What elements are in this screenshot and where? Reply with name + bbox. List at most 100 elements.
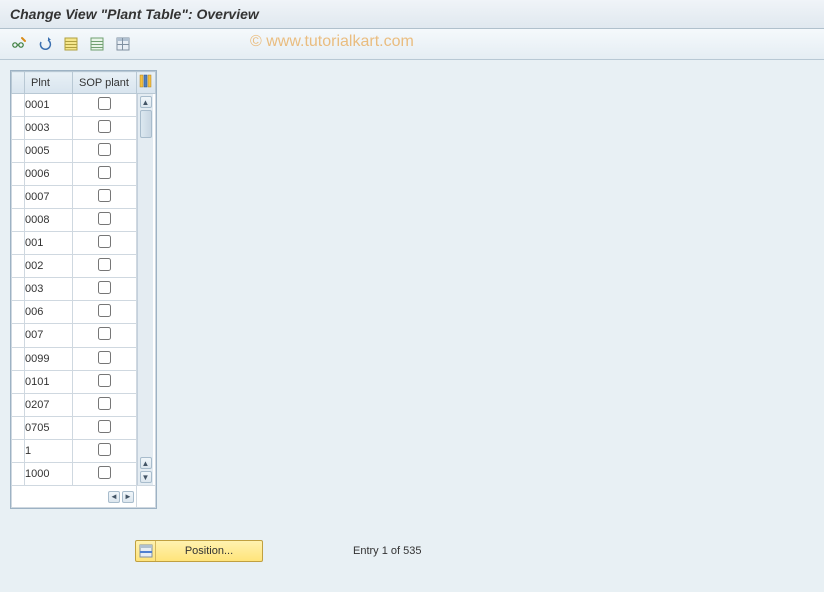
table-row: 1000 bbox=[12, 462, 156, 485]
sop-checkbox[interactable] bbox=[98, 466, 111, 479]
change-display-toggle[interactable] bbox=[8, 33, 30, 55]
plant-table-container: Plnt SOP plant 0001▲▲▼000300050006000700… bbox=[10, 70, 157, 509]
select-all-button[interactable] bbox=[60, 33, 82, 55]
row-selector[interactable] bbox=[12, 163, 25, 186]
row-selector[interactable] bbox=[12, 370, 25, 393]
plnt-cell[interactable]: 1 bbox=[25, 439, 73, 462]
sop-checkbox[interactable] bbox=[98, 120, 111, 133]
plnt-cell[interactable]: 0006 bbox=[25, 163, 73, 186]
sop-cell bbox=[73, 347, 137, 370]
hscroll-right-button[interactable]: ► bbox=[122, 491, 134, 503]
plnt-cell[interactable]: 003 bbox=[25, 278, 73, 301]
plant-table: Plnt SOP plant 0001▲▲▼000300050006000700… bbox=[11, 71, 156, 508]
toolbar: © www.tutorialkart.com bbox=[0, 29, 824, 60]
row-selector[interactable] bbox=[12, 301, 25, 324]
sop-checkbox[interactable] bbox=[98, 374, 111, 387]
sop-checkbox[interactable] bbox=[98, 351, 111, 364]
table-settings-button[interactable] bbox=[112, 33, 134, 55]
plnt-cell[interactable]: 0008 bbox=[25, 209, 73, 232]
sop-checkbox[interactable] bbox=[98, 420, 111, 433]
glasses-pencil-icon bbox=[11, 36, 27, 52]
deselect-all-button[interactable] bbox=[86, 33, 108, 55]
table-row: 0007 bbox=[12, 186, 156, 209]
sop-cell bbox=[73, 255, 137, 278]
vscroll-up-button[interactable]: ▲ bbox=[140, 96, 152, 108]
plnt-cell[interactable]: 0099 bbox=[25, 347, 73, 370]
table-row: 003 bbox=[12, 278, 156, 301]
row-selector[interactable] bbox=[12, 462, 25, 485]
plnt-column-header[interactable]: Plnt bbox=[25, 72, 73, 94]
sop-cell bbox=[73, 186, 137, 209]
row-selector[interactable] bbox=[12, 278, 25, 301]
row-selector[interactable] bbox=[12, 439, 25, 462]
row-selector[interactable] bbox=[12, 209, 25, 232]
position-button[interactable]: Position... bbox=[135, 540, 263, 562]
select-all-icon bbox=[63, 36, 79, 52]
sop-checkbox[interactable] bbox=[98, 443, 111, 456]
sop-checkbox[interactable] bbox=[98, 143, 111, 156]
plnt-cell[interactable]: 001 bbox=[25, 232, 73, 255]
row-selector[interactable] bbox=[12, 347, 25, 370]
vscroll-down-button[interactable]: ▼ bbox=[140, 471, 152, 483]
plnt-cell[interactable]: 0705 bbox=[25, 416, 73, 439]
plnt-cell[interactable]: 0101 bbox=[25, 370, 73, 393]
sop-cell bbox=[73, 462, 137, 485]
table-config-icon bbox=[139, 74, 153, 88]
table-row: 0001▲▲▼ bbox=[12, 94, 156, 117]
plnt-cell[interactable]: 0001 bbox=[25, 94, 73, 117]
scroll-corner bbox=[137, 486, 156, 508]
plnt-cell[interactable]: 006 bbox=[25, 301, 73, 324]
table-row: 1 bbox=[12, 439, 156, 462]
page-title: Change View "Plant Table": Overview bbox=[10, 6, 259, 22]
sop-cell bbox=[73, 278, 137, 301]
row-selector[interactable] bbox=[12, 94, 25, 117]
sop-checkbox[interactable] bbox=[98, 166, 111, 179]
footer: Position... Entry 1 of 535 bbox=[0, 540, 824, 562]
sop-column-header[interactable]: SOP plant bbox=[73, 72, 137, 94]
table-row: 0005 bbox=[12, 140, 156, 163]
entry-status: Entry 1 of 535 bbox=[353, 545, 422, 557]
row-selector-header[interactable] bbox=[12, 72, 25, 94]
plnt-cell[interactable]: 007 bbox=[25, 324, 73, 347]
vscroll-thumb[interactable] bbox=[140, 110, 152, 138]
sop-cell bbox=[73, 94, 137, 117]
row-selector[interactable] bbox=[12, 393, 25, 416]
plnt-cell[interactable]: 0005 bbox=[25, 140, 73, 163]
sop-checkbox[interactable] bbox=[98, 235, 111, 248]
sop-checkbox[interactable] bbox=[98, 281, 111, 294]
sop-checkbox[interactable] bbox=[98, 258, 111, 271]
row-selector[interactable] bbox=[12, 186, 25, 209]
row-selector[interactable] bbox=[12, 232, 25, 255]
table-config-header[interactable] bbox=[137, 72, 156, 94]
sop-checkbox[interactable] bbox=[98, 327, 111, 340]
sop-cell bbox=[73, 393, 137, 416]
row-selector[interactable] bbox=[12, 255, 25, 278]
sop-checkbox[interactable] bbox=[98, 212, 111, 225]
plnt-cell[interactable]: 1000 bbox=[25, 462, 73, 485]
sop-checkbox[interactable] bbox=[98, 97, 111, 110]
row-selector[interactable] bbox=[12, 324, 25, 347]
sop-cell bbox=[73, 439, 137, 462]
plnt-cell[interactable]: 0207 bbox=[25, 393, 73, 416]
sop-cell bbox=[73, 117, 137, 140]
hscroll-left-button[interactable]: ◄ bbox=[108, 491, 120, 503]
sop-cell bbox=[73, 416, 137, 439]
table-row: 0006 bbox=[12, 163, 156, 186]
plnt-cell[interactable]: 002 bbox=[25, 255, 73, 278]
undo-change[interactable] bbox=[34, 33, 56, 55]
table-row: 0003 bbox=[12, 117, 156, 140]
row-selector[interactable] bbox=[12, 140, 25, 163]
vscroll-page-up-button[interactable]: ▲ bbox=[140, 457, 152, 469]
table-row: 002 bbox=[12, 255, 156, 278]
plnt-cell[interactable]: 0003 bbox=[25, 117, 73, 140]
sop-cell bbox=[73, 324, 137, 347]
sop-checkbox[interactable] bbox=[98, 397, 111, 410]
plnt-cell[interactable]: 0007 bbox=[25, 186, 73, 209]
watermark: © www.tutorialkart.com bbox=[250, 33, 414, 51]
sop-cell bbox=[73, 370, 137, 393]
undo-arrow-icon bbox=[37, 36, 53, 52]
row-selector[interactable] bbox=[12, 117, 25, 140]
row-selector[interactable] bbox=[12, 416, 25, 439]
sop-checkbox[interactable] bbox=[98, 304, 111, 317]
sop-checkbox[interactable] bbox=[98, 189, 111, 202]
